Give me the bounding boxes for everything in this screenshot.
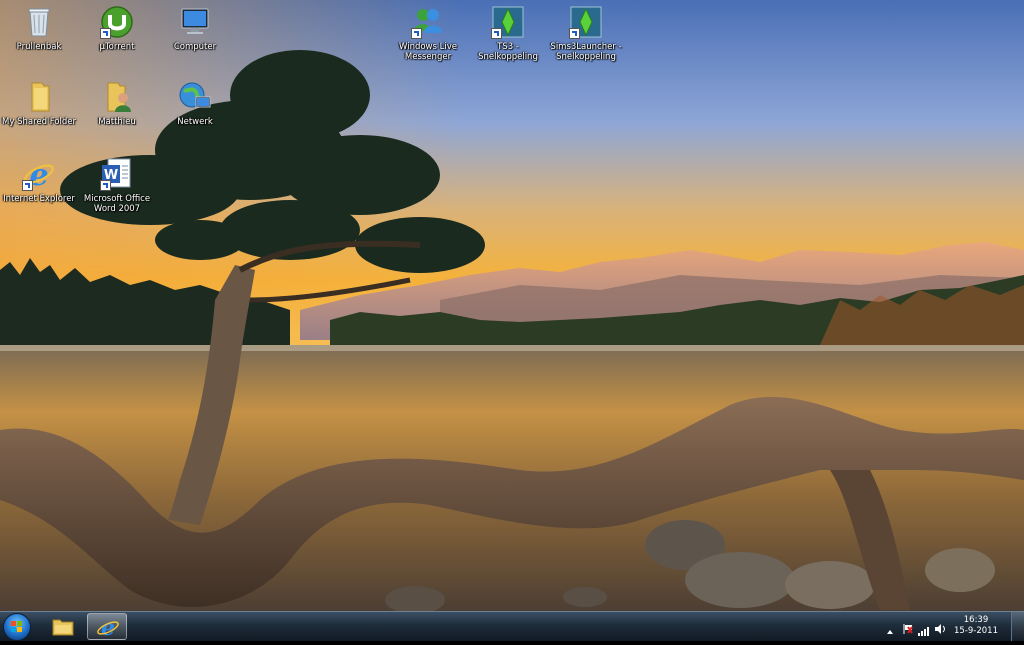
desktop-icon-label: Microsoft Office Word 2007 [83, 194, 151, 214]
shortcut-arrow-icon [491, 28, 502, 39]
desktop-icon-label: Windows Live Messenger [398, 42, 457, 62]
desktop-icon-utorrent[interactable]: µTorrent [79, 5, 155, 52]
internet-explorer-icon: e [22, 157, 56, 193]
desktop-icon-label: Netwerk [177, 117, 213, 127]
taskbar-internet-explorer-button[interactable]: e [87, 613, 127, 641]
desktop-icon-my-shared-folder[interactable]: My Shared Folder [1, 80, 77, 127]
action-center-flag-icon[interactable] [902, 620, 914, 639]
taskbar: e 16:39 15-9-2011 [0, 611, 1024, 641]
shortcut-arrow-icon [569, 28, 580, 39]
desktop-icon-internet-explorer[interactable]: e Internet Explorer [1, 157, 77, 204]
taskbar-clock[interactable]: 16:39 15-9-2011 [952, 615, 1000, 637]
desktop-icon-label: Sims3Launcher - Snelkoppeling [550, 42, 622, 62]
folder-icon [22, 80, 56, 114]
messenger-icon [411, 5, 445, 39]
desktop-icon-ts3[interactable]: TS3 - Snelkoppeling [470, 5, 546, 62]
show-desktop-button[interactable] [1011, 612, 1024, 641]
show-hidden-icons-chevron[interactable] [886, 621, 894, 640]
desktop-icon-label: Internet Explorer [3, 194, 75, 204]
desktop-icon-computer[interactable]: Computer [157, 5, 233, 52]
utorrent-icon [100, 5, 134, 39]
computer-icon [178, 5, 212, 39]
sims3-icon [491, 5, 525, 39]
desktop-icon-sims3launcher[interactable]: Sims3Launcher - Snelkoppeling [548, 5, 624, 62]
desktop-icon-label: µTorrent [99, 42, 135, 52]
desktop-icon-label: Computer [173, 42, 217, 52]
shortcut-arrow-icon [100, 180, 111, 191]
volume-icon[interactable] [934, 620, 946, 639]
shortcut-arrow-icon [22, 180, 33, 191]
explorer-folder-icon [52, 619, 74, 636]
taskbar-explorer-button[interactable] [43, 613, 83, 640]
desktop-icon-label: TS3 - Snelkoppeling [478, 42, 538, 62]
start-button[interactable] [3, 613, 31, 641]
windows-start-icon [11, 621, 22, 632]
word-icon: W [100, 157, 134, 191]
desktop-icon-netwerk[interactable]: Netwerk [157, 80, 233, 127]
desktop-icon-label: Prullenbak [16, 42, 62, 52]
desktop-icon-label: My Shared Folder [2, 117, 76, 127]
svg-text:e: e [101, 615, 115, 641]
network-signal-icon[interactable] [918, 621, 930, 640]
desktop-icon-matthieu[interactable]: Matthieu [79, 80, 155, 127]
internet-explorer-icon: e [97, 615, 119, 641]
sims3-launcher-icon [569, 5, 603, 39]
recycle-bin-icon [22, 5, 56, 39]
desktop-icon-word-2007[interactable]: W Microsoft Office Word 2007 [79, 157, 155, 214]
shortcut-arrow-icon [411, 28, 422, 39]
network-icon [178, 80, 212, 114]
desktop-icon-windows-live-messenger[interactable]: Windows Live Messenger [390, 5, 466, 62]
clock-time: 16:39 [963, 615, 989, 625]
desktop-icon-recycle-bin[interactable]: Prullenbak [1, 5, 77, 52]
user-folder-icon [100, 80, 134, 114]
clock-date: 15-9-2011 [954, 626, 998, 636]
shortcut-arrow-icon [100, 28, 111, 39]
desktop-icon-label: Matthieu [98, 117, 136, 127]
